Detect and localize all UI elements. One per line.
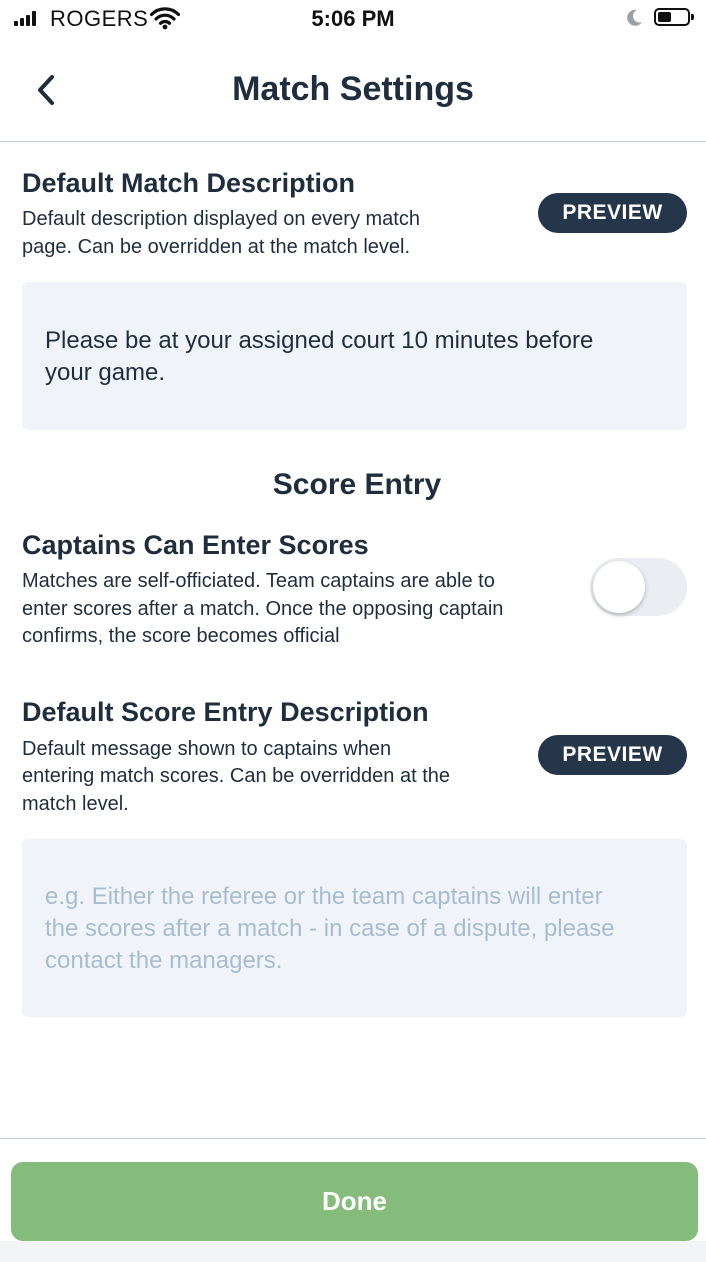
header-divider (0, 141, 706, 142)
match-description-text-line-2: your game. (45, 359, 166, 386)
status-time: 5:06 PM (311, 6, 395, 31)
captains-help-line-3: confirms, the score becomes official (22, 625, 340, 647)
score-entry-help-line-3: match level. (22, 793, 129, 815)
default-score-entry-description-title: Default Score Entry Description (22, 697, 429, 727)
status-bar: ROGERS 5:06 PM (0, 0, 706, 40)
captains-help-line-1: Matches are self-officiated. Team captai… (22, 570, 495, 592)
match-description-textarea[interactable]: Please be at your assigned court 10 minu… (22, 282, 687, 430)
do-not-disturb-moon-icon (624, 8, 644, 33)
score-entry-help-line-2: entering match scores. Can be overridden… (22, 765, 451, 787)
score-entry-heading: Score Entry (272, 468, 442, 501)
page-title: Match Settings (232, 70, 474, 108)
default-match-description-help-line-2: page. Can be overridden at the match lev… (22, 236, 411, 258)
footer-divider (0, 1138, 706, 1139)
score-entry-description-textarea[interactable]: e.g. Either the referee or the team capt… (22, 839, 687, 1017)
captains-help-line-2: enter scores after a match. Once the opp… (22, 598, 504, 620)
toggle-knob (593, 561, 645, 613)
battery-icon (654, 8, 694, 26)
score-entry-placeholder-line-1: e.g. Either the referee or the team capt… (45, 883, 603, 910)
score-entry-placeholder-line-3: contact the managers. (45, 947, 283, 974)
default-match-description-help-line-1: Default description displayed on every m… (22, 208, 420, 230)
match-description-preview-button[interactable]: PREVIEW (538, 193, 687, 233)
captains-enter-scores-toggle[interactable] (590, 558, 687, 616)
score-entry-help-line-1: Default message shown to captains when (22, 738, 392, 760)
score-entry-preview-button[interactable]: PREVIEW (538, 735, 687, 775)
done-button[interactable]: Done (11, 1162, 698, 1241)
bottom-safe-area (0, 1241, 706, 1262)
match-description-text-line-1: Please be at your assigned court 10 minu… (45, 327, 594, 354)
default-match-description-title: Default Match Description (22, 168, 356, 198)
score-entry-placeholder-line-2: the scores after a match - in case of a … (45, 915, 615, 942)
captains-can-enter-scores-title: Captains Can Enter Scores (22, 530, 369, 560)
